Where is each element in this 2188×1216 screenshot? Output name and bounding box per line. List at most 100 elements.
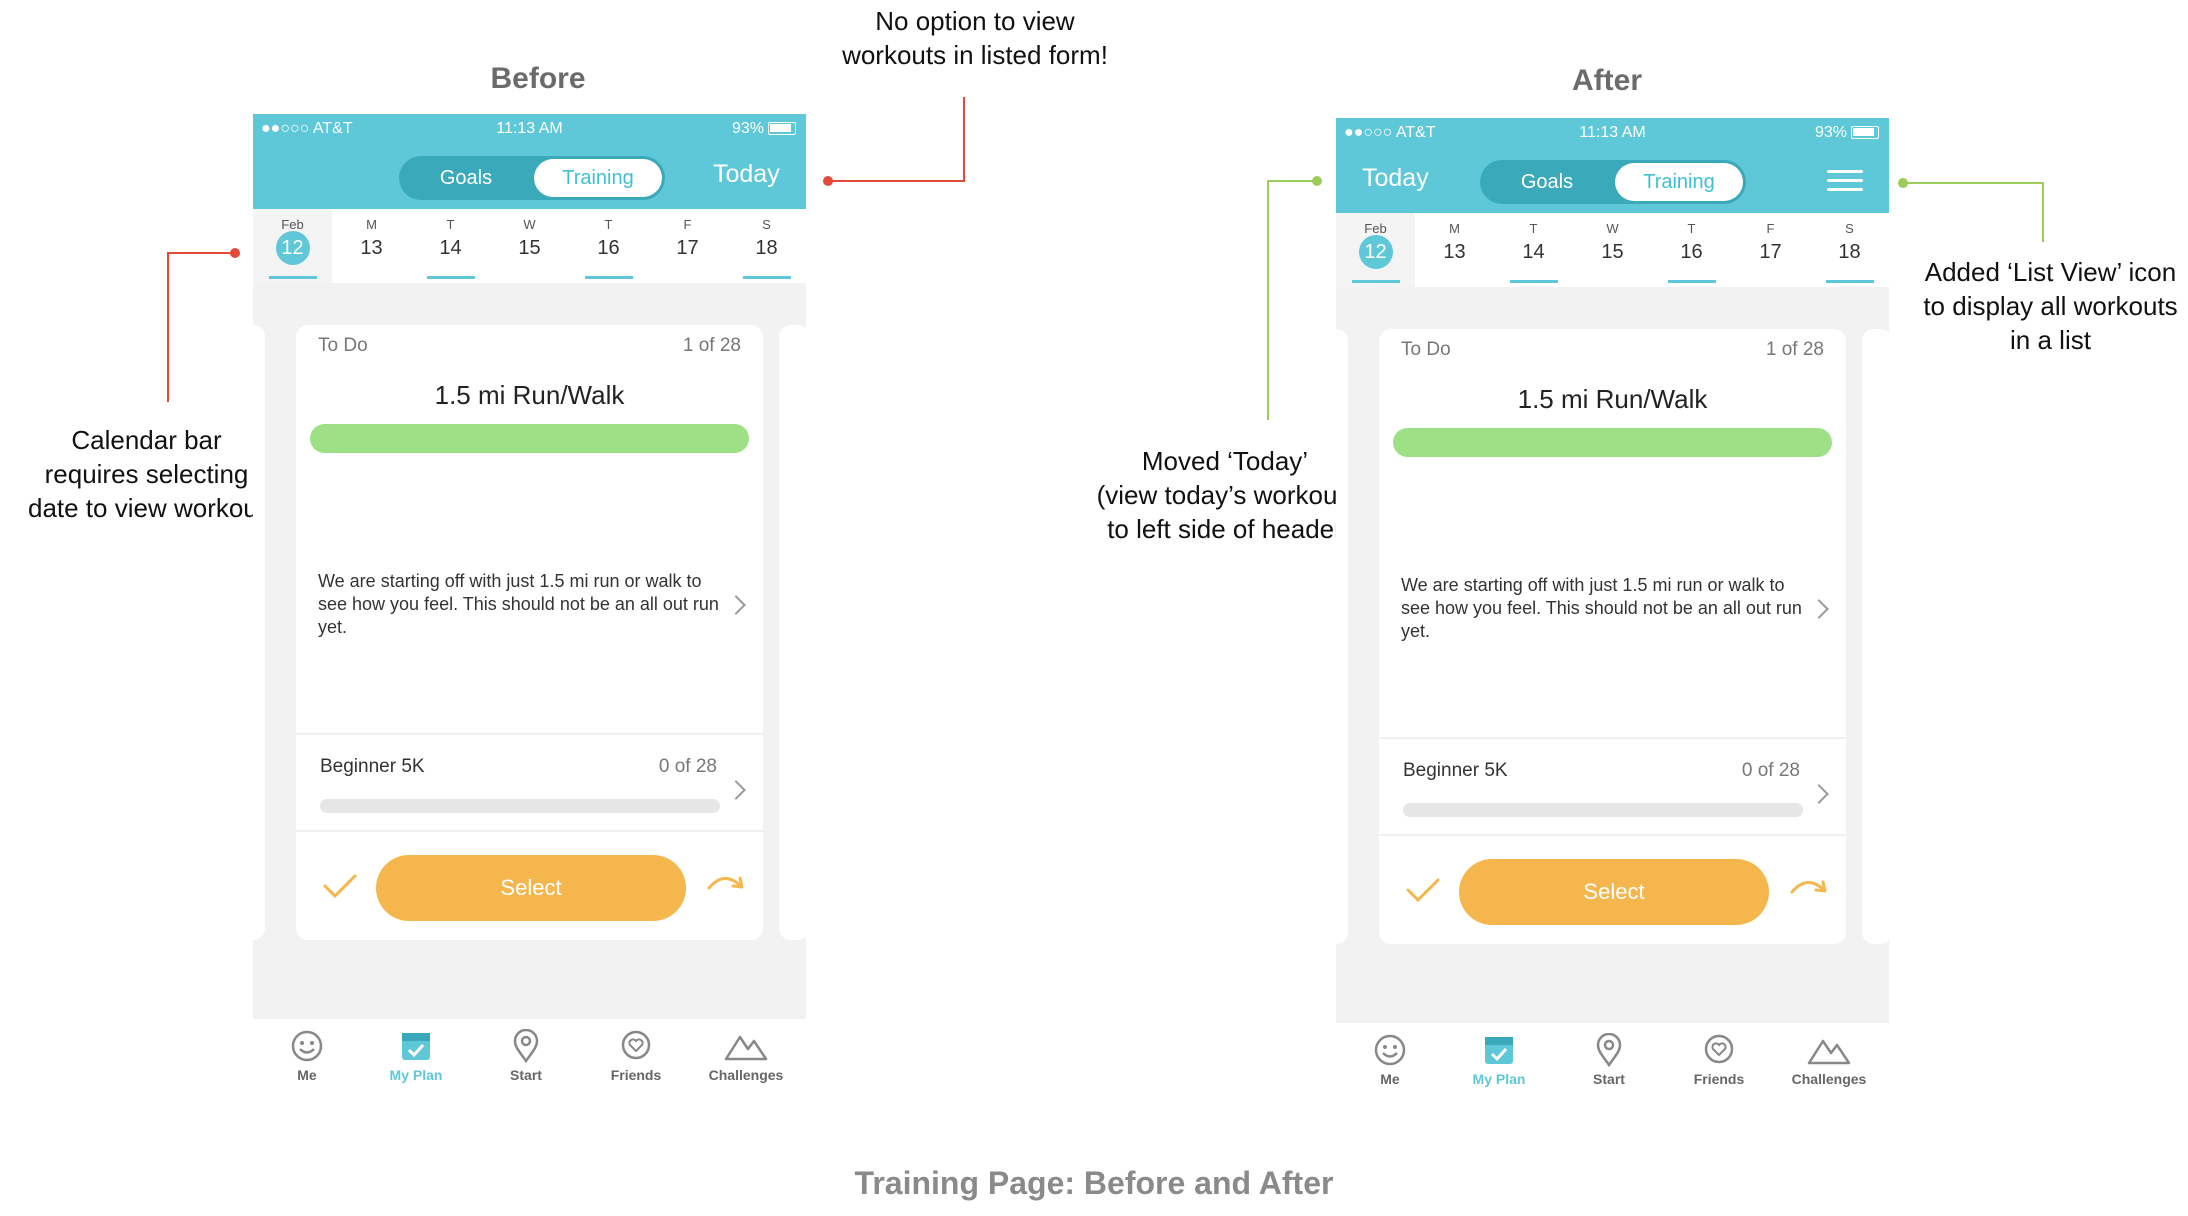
before-title: Before <box>490 62 586 95</box>
select-button[interactable]: Select <box>1459 859 1769 925</box>
todo-label: To Do <box>1401 339 1451 360</box>
calendar-day[interactable]: F 17 <box>1731 213 1810 287</box>
divider <box>1379 834 1846 836</box>
workout-count: 1 of 28 <box>1765 339 1824 360</box>
plan-progress-bar <box>320 799 720 813</box>
calendar-day[interactable]: T 16 <box>1652 213 1731 287</box>
next-card-peek[interactable] <box>779 325 806 940</box>
chevron-right-icon[interactable] <box>726 780 746 800</box>
check-icon[interactable] <box>322 871 358 901</box>
calendar-day[interactable]: T 14 <box>411 209 490 283</box>
previous-card-peek[interactable] <box>1336 329 1348 944</box>
annotation-moved-today: Moved ‘Today’ (view today’s workout) to … <box>1096 446 1354 544</box>
calendar-day[interactable]: Feb 12 <box>1336 213 1415 287</box>
calendar-day[interactable]: W 15 <box>490 209 569 283</box>
mountains-icon <box>1807 1039 1851 1065</box>
skip-arrow-icon[interactable] <box>1789 872 1829 902</box>
tab-challenges[interactable]: Challenges <box>691 1029 801 1083</box>
calendar-day[interactable]: S 18 <box>727 209 806 283</box>
annotation-dot <box>823 176 833 186</box>
tab-training[interactable]: Training <box>1615 163 1743 201</box>
workout-description[interactable]: We are starting off with just 1.5 mi run… <box>1401 574 1811 643</box>
annotation-calendar-bar: Calendar bar requires selecting date to … <box>27 425 265 523</box>
skip-arrow-icon[interactable] <box>706 868 746 898</box>
bottom-tab-bar: Me My Plan Start Friends Challenges <box>1336 1023 1889 1108</box>
calendar-day[interactable]: M 13 <box>1415 213 1494 287</box>
friends-heart-icon <box>1704 1034 1734 1064</box>
after-phone-screen: ●●○○○ AT&T 11:13 AM 93% Today Goals Trai… <box>1336 118 1889 1108</box>
tab-me[interactable]: Me <box>1336 1033 1445 1087</box>
calendar-day[interactable]: S 18 <box>1810 213 1889 287</box>
app-header: ●●○○○ AT&T 11:13 AM 93% Today Goals Trai… <box>1336 118 1889 213</box>
tab-challenges[interactable]: Challenges <box>1774 1033 1884 1087</box>
chevron-right-icon[interactable] <box>726 595 746 615</box>
calendar-day[interactable]: T 14 <box>1494 213 1573 287</box>
calendar-day[interactable]: W 15 <box>1573 213 1652 287</box>
tab-my-plan[interactable]: My Plan <box>361 1029 471 1083</box>
status-bar: ●●○○○ AT&T 11:13 AM 93% <box>1336 118 1889 148</box>
battery-icon <box>768 122 796 135</box>
annotation-connector <box>963 97 965 181</box>
calendar-day[interactable]: Feb 12 <box>253 209 332 283</box>
after-title: After <box>1571 64 1642 97</box>
annotation-connector <box>1267 180 1315 182</box>
select-button[interactable]: Select <box>376 855 686 921</box>
tab-goals[interactable]: Goals <box>1483 163 1611 201</box>
annotation-connector <box>1267 180 1269 420</box>
check-icon[interactable] <box>1405 875 1441 905</box>
plan-name[interactable]: Beginner 5K <box>1403 760 1508 782</box>
previous-card-peek[interactable] <box>253 325 265 940</box>
tab-me[interactable]: Me <box>253 1029 362 1083</box>
tab-start[interactable]: Start <box>1554 1033 1664 1087</box>
annotation-connector <box>1903 182 2043 184</box>
annotation-dot <box>230 248 240 258</box>
calendar-bar: Feb 12 M 13 T 14 W 15 T 16 F 17 S 18 <box>1336 213 1889 287</box>
tab-friends[interactable]: Friends <box>581 1029 691 1083</box>
workout-title: 1.5 mi Run/Walk <box>434 380 625 410</box>
workout-card: To Do 1 of 28 1.5 mi Run/Walk We are sta… <box>296 325 763 940</box>
battery-indicator: 93% <box>732 120 796 138</box>
calendar-day[interactable]: F 17 <box>648 209 727 283</box>
plan-count: 0 of 28 <box>1741 760 1800 781</box>
workout-progress-bar <box>1393 428 1832 457</box>
annotation-connector <box>2042 182 2044 242</box>
annotation-connector <box>167 252 169 402</box>
tab-training[interactable]: Training <box>534 159 662 197</box>
annotation-no-list-option: No option to view workouts in listed for… <box>842 6 1108 70</box>
clock-label: 11:13 AM <box>496 120 563 137</box>
plan-progress-bar <box>1403 803 1803 817</box>
clock-label: 11:13 AM <box>1579 124 1646 141</box>
workout-description[interactable]: We are starting off with just 1.5 mi run… <box>318 570 728 639</box>
workout-progress-bar <box>310 424 749 453</box>
tab-my-plan[interactable]: My Plan <box>1444 1033 1554 1087</box>
divider <box>296 733 763 735</box>
tab-goals[interactable]: Goals <box>402 159 530 197</box>
location-pin-icon <box>513 1029 539 1063</box>
mountains-icon <box>724 1035 768 1061</box>
tab-friends[interactable]: Friends <box>1664 1033 1774 1087</box>
annotation-dot <box>1898 178 1908 188</box>
before-phone-screen: ●●○○○ AT&T 11:13 AM 93% Goals Training T… <box>253 114 806 1104</box>
location-pin-icon <box>1596 1033 1622 1067</box>
annotation-connector <box>167 252 233 254</box>
smiley-icon <box>291 1030 323 1062</box>
chevron-right-icon[interactable] <box>1809 784 1829 804</box>
calendar-day[interactable]: T 16 <box>569 209 648 283</box>
workout-count: 1 of 28 <box>682 335 741 356</box>
smiley-icon <box>1374 1034 1406 1066</box>
divider <box>1379 737 1846 739</box>
annotation-connector <box>828 180 965 182</box>
plan-count: 0 of 28 <box>658 756 717 777</box>
list-view-icon[interactable] <box>1827 168 1863 194</box>
goals-training-toggle[interactable]: Goals Training <box>399 156 665 200</box>
annotation-list-view: Added ‘List View’ icon to display all wo… <box>1923 257 2178 355</box>
tab-start[interactable]: Start <box>471 1029 581 1083</box>
today-button[interactable]: Today <box>713 160 780 189</box>
chevron-right-icon[interactable] <box>1809 599 1829 619</box>
calendar-day[interactable]: M 13 <box>332 209 411 283</box>
next-card-peek[interactable] <box>1862 329 1889 944</box>
today-button[interactable]: Today <box>1362 164 1429 193</box>
annotation-dot <box>1312 176 1322 186</box>
plan-name[interactable]: Beginner 5K <box>320 756 425 778</box>
goals-training-toggle[interactable]: Goals Training <box>1480 160 1746 204</box>
